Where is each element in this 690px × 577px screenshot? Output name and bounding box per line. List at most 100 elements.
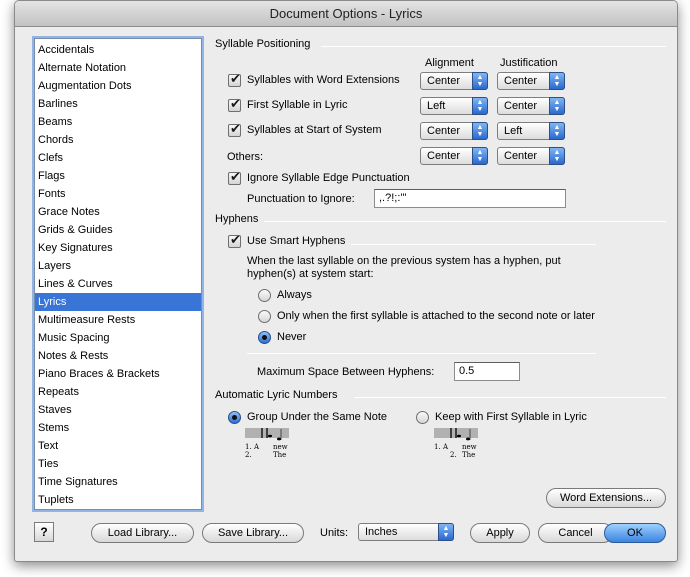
punctuation-to-ignore-field[interactable]: ,.?!;:'" [374,189,566,208]
group-under-note-sample-icon: 1. A new 2. The [245,428,289,459]
category-item[interactable]: Clefs [35,149,201,167]
popup-arrows-icon: ▲ ▼ [549,147,565,165]
category-item[interactable]: Tuplets [35,491,201,509]
sample2-line1-word: A [442,443,449,451]
hyphen-second-note-radio[interactable] [258,310,271,323]
help-button[interactable]: ? [34,522,54,542]
hyphens-title: Hyphens [215,213,259,225]
max-space-field[interactable]: 0.5 [454,362,520,381]
hyphen-never-label: Never [277,331,307,343]
smart-hyphens-checkbox[interactable] [228,232,241,248]
word-extensions-checkbox[interactable] [228,71,241,87]
category-item[interactable]: Grace Notes [35,203,201,221]
word-extensions-label: Syllables with Word Extensions [247,74,400,86]
category-list[interactable]: Accidentals Alternate Notation Augmentatio… [34,38,202,510]
keep-with-first-syllable-radio[interactable] [416,411,429,424]
sample2-line1-word2: new [462,443,477,451]
category-item[interactable]: Flags [35,167,201,185]
popup-arrows-icon: ▲ ▼ [472,97,488,115]
others-label: Others: [227,151,264,163]
cancel-button[interactable]: Cancel [538,523,613,543]
section-divider [321,46,666,47]
hyphen-always-label: Always [277,289,312,301]
popup-arrows-icon: ▲ ▼ [472,122,488,140]
hyphen-second-note-label: Only when the first syllable is attached… [277,310,595,322]
group-under-same-note-radio[interactable] [228,411,241,424]
hyphen-always-radio[interactable] [258,289,271,302]
others-alignment-select[interactable]: Center ▲ ▼ [420,147,488,165]
category-item[interactable]: Lyrics [35,293,201,311]
category-item[interactable]: Music Spacing [35,329,201,347]
section-divider [264,221,666,222]
popup-arrows-icon: ▲ ▼ [438,523,454,541]
document-options-window: Document Options - Lyrics Accidentals Alt… [14,0,678,562]
sample1-line2-word: The [273,451,286,459]
popup-arrows-icon: ▲ ▼ [472,147,488,165]
sample1-line1-num: 1. [245,443,252,451]
category-item[interactable]: Repeats [35,383,201,401]
keep-with-first-syllable-label: Keep with First Syllable in Lyric [435,411,587,423]
category-item[interactable]: Alternate Notation [35,59,201,77]
section-divider [354,397,666,398]
first-syllable-justification-select[interactable]: Center ▲ ▼ [497,97,565,115]
category-item[interactable]: Multimeasure Rests [35,311,201,329]
keep-with-first-syllable-sample-icon: 1. A new 2. The [434,428,478,459]
category-item[interactable]: Stems [35,419,201,437]
category-item[interactable]: Lines & Curves [35,275,201,293]
start-of-system-justification-select[interactable]: Left ▲ ▼ [497,122,565,140]
ignore-edge-punctuation-label: Ignore Syllable Edge Punctuation [247,172,410,184]
ok-button[interactable]: OK [604,523,666,543]
category-item[interactable]: Beams [35,113,201,131]
smart-hyphens-label: Use Smart Hyphens [247,235,346,247]
category-item[interactable]: Grids & Guides [35,221,201,239]
first-syllable-checkbox[interactable] [228,96,241,112]
category-item[interactable]: Piano Braces & Brackets [35,365,201,383]
syllable-positioning-title: Syllable Positioning [215,38,311,50]
word-extensions-button[interactable]: Word Extensions... [546,488,666,508]
popup-arrows-icon: ▲ ▼ [472,72,488,90]
sample2-line2-num: 2. [450,451,457,459]
popup-arrows-icon: ▲ ▼ [549,122,565,140]
popup-arrows-icon: ▲ ▼ [549,97,565,115]
word-extensions-alignment-select[interactable]: Center ▲ ▼ [420,72,488,90]
max-space-label: Maximum Space Between Hyphens: [257,366,435,378]
category-item[interactable]: Notes & Rests [35,347,201,365]
apply-button[interactable]: Apply [470,523,530,543]
hyphens-description-line2: hyphen(s) at system start: [247,268,374,280]
ignore-edge-punctuation-checkbox[interactable] [228,169,241,185]
category-item[interactable]: Text [35,437,201,455]
first-syllable-alignment-select[interactable]: Left ▲ ▼ [420,97,488,115]
save-library-button[interactable]: Save Library... [202,523,304,543]
sample1-line1-word: A [253,443,260,451]
category-item[interactable]: Staves [35,401,201,419]
units-label: Units: [320,527,349,539]
category-item[interactable]: Key Signatures [35,239,201,257]
popup-arrows-icon: ▲ ▼ [549,72,565,90]
sample2-line2-word: The [462,451,475,459]
word-extensions-justification-select[interactable]: Center ▲ ▼ [497,72,565,90]
category-item[interactable]: Augmentation Dots [35,77,201,95]
category-item[interactable]: Accidentals [35,41,201,59]
category-item[interactable]: Layers [35,257,201,275]
sample1-line1-word2: new [273,443,288,451]
window-title: Document Options - Lyrics [15,1,677,27]
start-of-system-alignment-select[interactable]: Center ▲ ▼ [420,122,488,140]
category-item[interactable]: Fonts [35,185,201,203]
category-item[interactable]: Time Signatures [35,473,201,491]
category-item[interactable]: Barlines [35,95,201,113]
category-item[interactable]: Ties [35,455,201,473]
units-select[interactable]: Inches ▲ ▼ [358,523,454,541]
punctuation-to-ignore-label: Punctuation to Ignore: [247,193,355,205]
section-divider [351,244,596,245]
first-syllable-label: First Syllable in Lyric [247,99,348,111]
category-item[interactable]: Chords [35,131,201,149]
group-under-same-note-label: Group Under the Same Note [247,411,388,423]
alignment-column-header: Alignment [425,57,474,69]
start-of-system-checkbox[interactable] [228,121,241,137]
sample1-line2-num: 2. [245,451,252,459]
justification-column-header: Justification [500,57,558,69]
others-justification-select[interactable]: Center ▲ ▼ [497,147,565,165]
hyphen-never-radio[interactable] [258,331,271,344]
sample2-line1-num: 1. [434,443,441,451]
load-library-button[interactable]: Load Library... [91,523,194,543]
